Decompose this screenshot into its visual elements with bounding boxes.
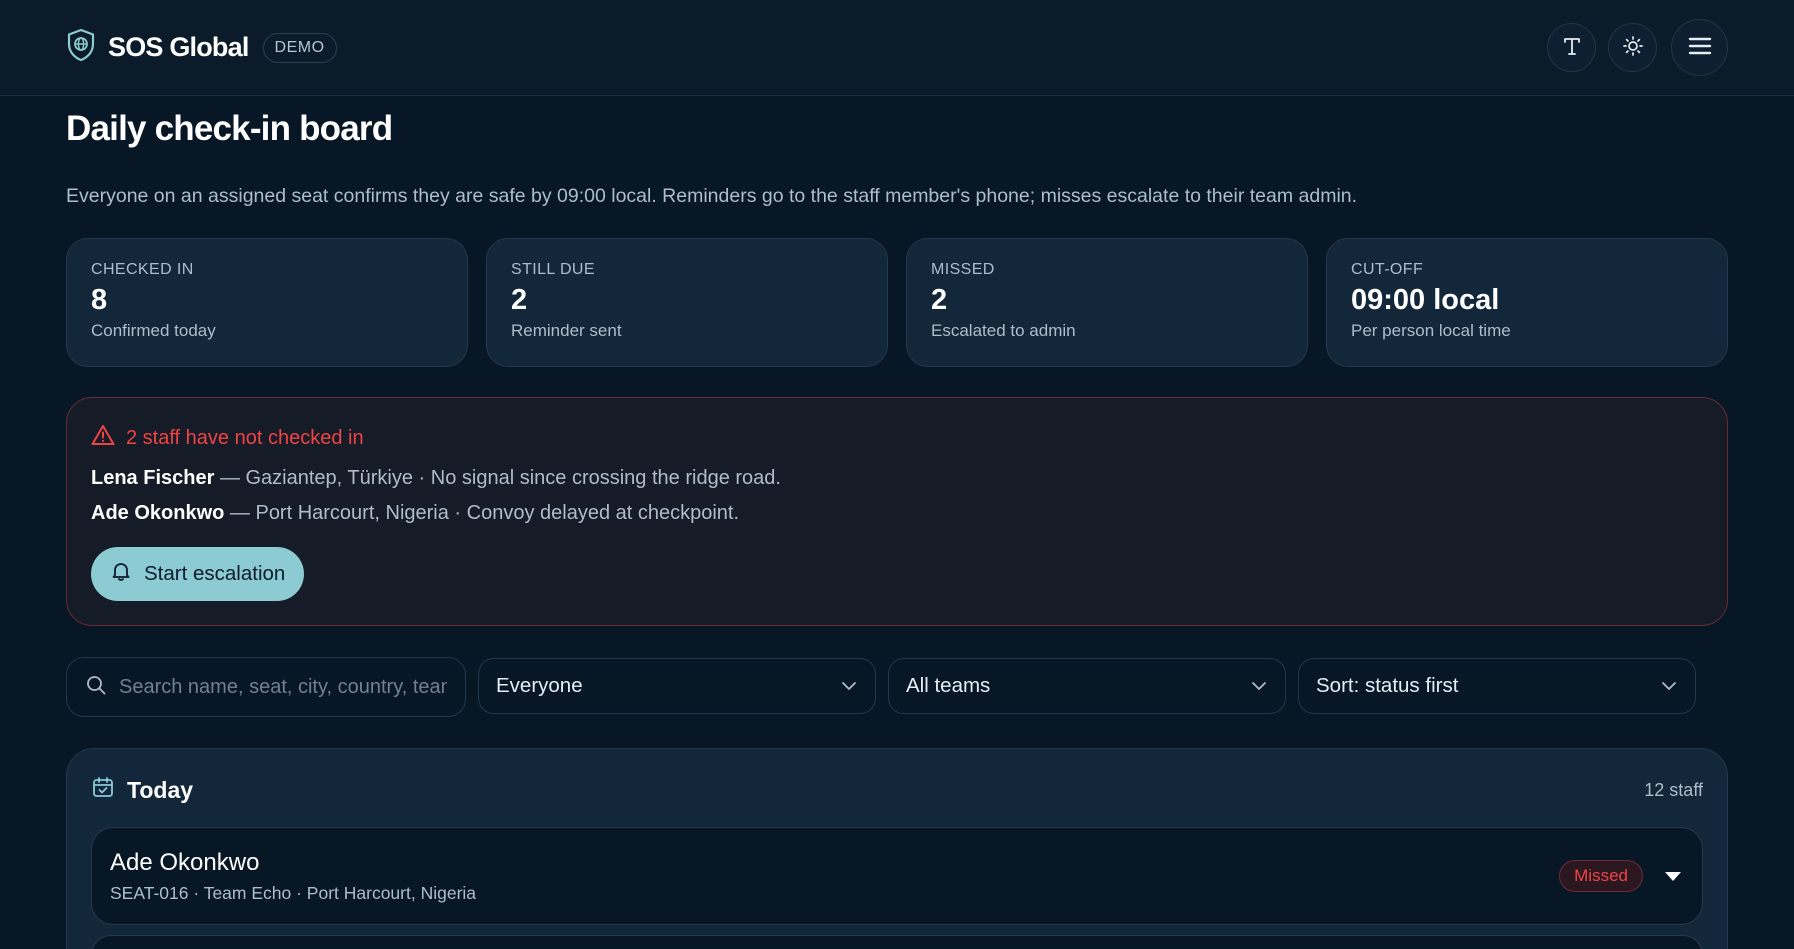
stat-sub: Confirmed today: [91, 321, 216, 340]
brand-name: SOS Global: [108, 32, 249, 62]
staff-name: Ade Okonkwo: [110, 848, 260, 876]
menu-button[interactable]: [1671, 19, 1728, 76]
caret-down-icon[interactable]: [1665, 871, 1681, 881]
sun-icon: [1622, 35, 1644, 60]
filter-bar: Everyone All teams Sort: status first: [66, 657, 1728, 717]
demo-badge: DEMO: [262, 32, 337, 63]
alert-item: Ade Okonkwo — Port Harcourt, Nigeria · C…: [91, 502, 1703, 525]
alert-item-detail: — Gaziantep, Türkiye · No signal since c…: [214, 467, 781, 489]
chevron-down-icon: [1250, 674, 1268, 698]
staff-row[interactable]: Ade Okonkwo SEAT-016 · Team Echo · Port …: [91, 827, 1703, 925]
bell-icon: [110, 560, 132, 588]
page-intro: Everyone on an assigned seat confirms th…: [66, 185, 1358, 207]
shield-globe-icon: [66, 28, 96, 67]
sort-select-value: Sort: status first: [1316, 674, 1459, 697]
search-input[interactable]: [119, 675, 447, 699]
stat-label: STILL DUE: [511, 261, 595, 278]
chevron-down-icon: [1660, 674, 1678, 698]
stats-row: CHECKED IN 8 Confirmed today STILL DUE 2…: [66, 238, 1728, 367]
theme-toggle-button[interactable]: [1608, 23, 1657, 72]
stat-cut-off: CUT-OFF 09:00 local Per person local tim…: [1326, 238, 1728, 367]
stat-missed: MISSED 2 Escalated to admin: [906, 238, 1308, 367]
status-badge: Missed: [1559, 860, 1643, 892]
search-box[interactable]: [66, 657, 466, 717]
start-escalation-button[interactable]: Start escalation: [91, 547, 305, 601]
app-header: SOS Global DEMO: [0, 0, 1794, 96]
today-title: Today: [91, 775, 193, 805]
main-content: Daily check-in board Everyone on an assi…: [0, 109, 1794, 949]
stat-sub: Reminder sent: [511, 321, 622, 340]
text-size-icon: [1561, 35, 1583, 60]
page-title: Daily check-in board: [66, 109, 393, 148]
alert-title-text: 2 staff have not checked in: [126, 426, 364, 449]
who-select-value: Everyone: [496, 674, 583, 697]
stat-value: 8: [91, 284, 108, 316]
team-select[interactable]: All teams: [888, 658, 1286, 714]
today-panel: Today 12 staff Ade Okonkwo SEAT-016 · Te…: [66, 748, 1728, 949]
alert-item-name: Ade Okonkwo: [91, 502, 225, 524]
alert-item-name: Lena Fischer: [91, 467, 215, 489]
sort-select[interactable]: Sort: status first: [1298, 658, 1696, 714]
who-select[interactable]: Everyone: [478, 658, 876, 714]
alert-item-detail: — Port Harcourt, Nigeria · Convoy delaye…: [224, 502, 740, 524]
chevron-down-icon: [840, 674, 858, 698]
start-escalation-label: Start escalation: [144, 562, 286, 585]
staff-meta: SEAT-016 · Team Echo · Port Harcourt, Ni…: [110, 882, 477, 903]
stat-value: 09:00 local: [1351, 284, 1500, 316]
alert-item: Lena Fischer — Gaziantep, Türkiye · No s…: [91, 467, 1703, 490]
stat-label: MISSED: [931, 261, 995, 278]
calendar-check-icon: [91, 775, 115, 805]
stat-value: 2: [931, 284, 948, 316]
stat-still-due: STILL DUE 2 Reminder sent: [486, 238, 888, 367]
missed-checkin-alert: 2 staff have not checked in Lena Fischer…: [66, 397, 1728, 626]
text-size-button[interactable]: [1547, 23, 1596, 72]
stat-sub: Per person local time: [1351, 321, 1511, 340]
stat-sub: Escalated to admin: [931, 321, 1076, 340]
header-actions: [1547, 19, 1728, 76]
stat-label: CUT-OFF: [1351, 261, 1424, 278]
stat-value: 2: [511, 284, 528, 316]
team-select-value: All teams: [906, 674, 991, 697]
staff-info: Ade Okonkwo SEAT-016 · Team Echo · Port …: [110, 849, 476, 904]
search-icon: [85, 674, 107, 701]
brand[interactable]: SOS Global DEMO: [66, 28, 337, 67]
staff-row-partial[interactable]: [91, 935, 1703, 949]
warning-icon: [91, 424, 115, 452]
menu-icon: [1687, 35, 1713, 60]
staff-row-actions: Missed: [1559, 860, 1684, 892]
today-header: Today 12 staff: [91, 775, 1703, 805]
today-title-text: Today: [127, 776, 194, 803]
stat-checked-in: CHECKED IN 8 Confirmed today: [66, 238, 468, 367]
alert-title: 2 staff have not checked in: [91, 424, 1703, 452]
staff-count: 12 staff: [1644, 779, 1703, 800]
stat-label: CHECKED IN: [91, 261, 194, 278]
